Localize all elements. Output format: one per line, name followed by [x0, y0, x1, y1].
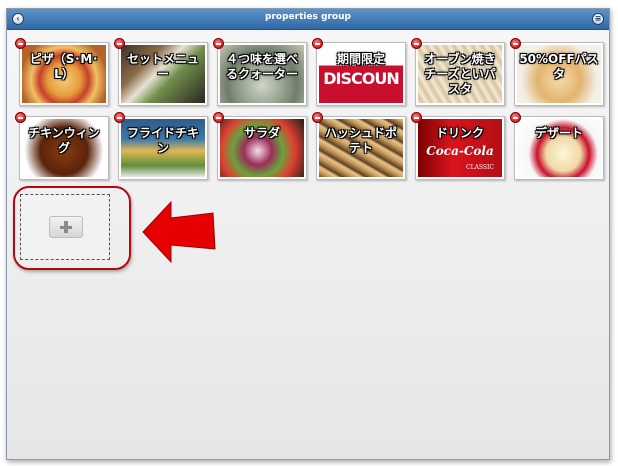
delete-minus-icon[interactable]	[213, 112, 224, 123]
delete-minus-icon[interactable]	[213, 38, 224, 49]
group-tile-chicken-wing[interactable]: チキンウィング	[19, 116, 109, 180]
delete-minus-icon[interactable]	[15, 112, 26, 123]
delete-minus-icon[interactable]	[312, 38, 323, 49]
group-tile-half-price-pasta[interactable]: 50%OFFパスタ	[514, 42, 604, 106]
tile-label: デザート	[534, 126, 583, 140]
delete-minus-icon[interactable]	[411, 112, 422, 123]
tile-label: セットメニュー	[126, 52, 199, 81]
tile-label: チキンウィング	[28, 126, 100, 155]
group-tile-salad[interactable]: サラダ	[217, 116, 307, 180]
delete-minus-icon[interactable]	[510, 112, 521, 123]
delete-minus-icon[interactable]	[15, 38, 26, 49]
properties-group-window: ‹ properties group ≡ ピザ（S･M･L） セットメニュー ４…	[6, 8, 610, 460]
tile-label: ピザ（S･M･L）	[29, 52, 99, 81]
discount-tag-text: DISCOUN	[323, 69, 399, 88]
tile-label: ４つ味を選べるクォーター	[225, 52, 298, 81]
tile-label: フライドチキン	[126, 126, 199, 155]
delete-minus-icon[interactable]	[114, 112, 125, 123]
tile-label: サラダ	[243, 126, 280, 140]
menu-icon[interactable]: ≡	[592, 13, 604, 25]
delete-minus-icon[interactable]	[411, 38, 422, 49]
tile-label: 期間限定	[336, 52, 385, 66]
tile-label: ハッシュドポテト	[324, 126, 397, 155]
add-group-slot[interactable]	[20, 194, 110, 260]
group-tile-fried-chicken[interactable]: フライドチキン	[118, 116, 208, 180]
add-plus-button[interactable]	[49, 216, 83, 238]
group-tile-pizza[interactable]: ピザ（S･M･L）	[19, 42, 109, 106]
tile-label: 50%OFFパスタ	[519, 52, 599, 81]
cola-logo-text: Coca-Cola	[426, 144, 494, 158]
group-tile-drink[interactable]: Coca-Cola CLASSIC ドリンク	[415, 116, 505, 180]
delete-minus-icon[interactable]	[114, 38, 125, 49]
group-tile-limited[interactable]: DISCOUN 期間限定	[316, 42, 406, 106]
title-bar: ‹ properties group ≡	[7, 9, 609, 30]
group-tile-quarter[interactable]: ４つ味を選べるクォーター	[217, 42, 307, 106]
group-tile-hashed-potato[interactable]: ハッシュドポテト	[316, 116, 406, 180]
group-tile-dessert[interactable]: デザート	[514, 116, 604, 180]
tile-label: オーブン焼きチーズといパスタ	[424, 52, 496, 96]
cola-sub-text: CLASSIC	[466, 164, 494, 171]
delete-minus-icon[interactable]	[312, 112, 323, 123]
tile-label: ドリンク	[435, 126, 484, 140]
group-tile-oven-pasta[interactable]: オーブン焼きチーズといパスタ	[415, 42, 505, 106]
delete-minus-icon[interactable]	[510, 38, 521, 49]
window-title: properties group	[265, 12, 351, 22]
group-tile-set-menu[interactable]: セットメニュー	[118, 42, 208, 106]
annotation-arrow-icon	[142, 200, 216, 264]
